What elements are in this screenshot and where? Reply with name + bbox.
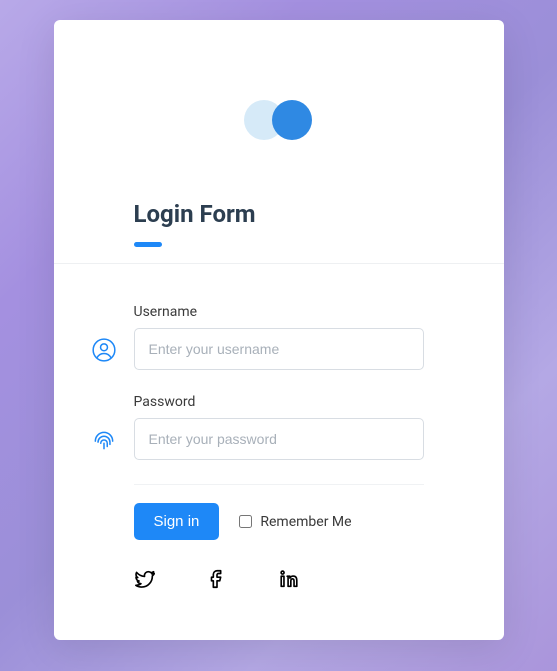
username-label: Username	[134, 304, 424, 320]
social-row	[134, 568, 424, 590]
login-card: Login Form Username	[54, 20, 504, 640]
form-divider	[134, 484, 424, 485]
title-underline	[134, 242, 162, 247]
linkedin-icon[interactable]	[278, 568, 300, 590]
logo	[244, 100, 314, 140]
logo-area	[54, 20, 504, 200]
form-title: Login Form	[134, 200, 424, 228]
remember-checkbox[interactable]	[239, 515, 252, 528]
form-area: Username Password Sign in Remember Me	[54, 264, 504, 640]
signin-button[interactable]: Sign in	[134, 503, 220, 540]
twitter-icon[interactable]	[134, 568, 156, 590]
password-label: Password	[134, 394, 424, 410]
password-row: Password	[134, 394, 424, 460]
facebook-icon[interactable]	[206, 568, 228, 590]
password-input[interactable]	[134, 418, 424, 460]
remember-me[interactable]: Remember Me	[239, 514, 351, 530]
username-row: Username	[134, 304, 424, 370]
remember-label: Remember Me	[260, 514, 351, 530]
user-icon	[90, 336, 118, 364]
logo-circle-dark	[272, 100, 312, 140]
fingerprint-icon	[90, 426, 118, 454]
username-input[interactable]	[134, 328, 424, 370]
title-area: Login Form	[54, 200, 504, 263]
action-row: Sign in Remember Me	[134, 503, 424, 540]
